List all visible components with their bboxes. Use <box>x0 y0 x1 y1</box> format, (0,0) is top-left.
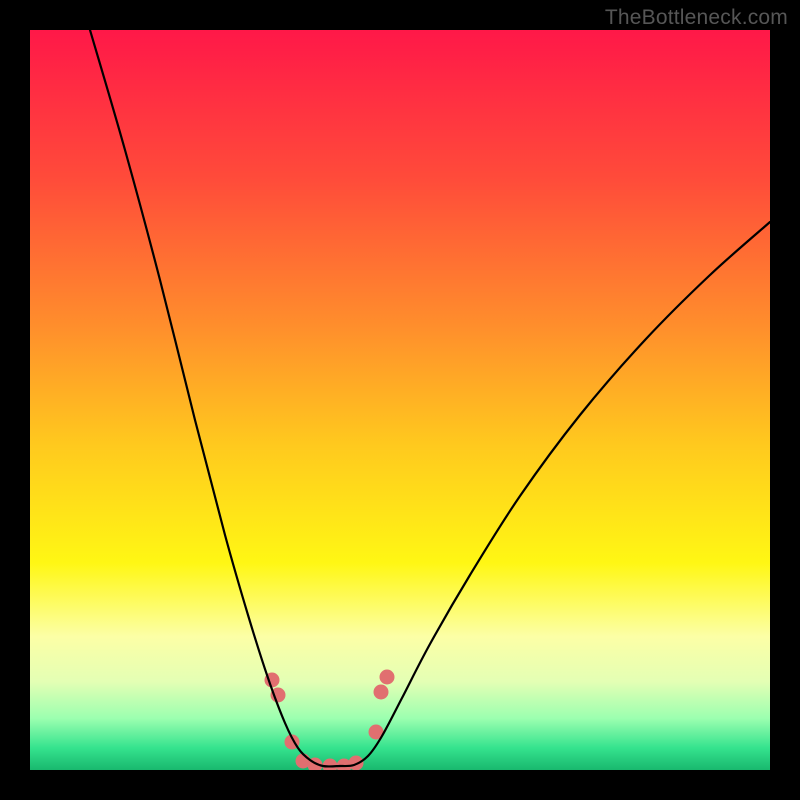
chart-curve <box>30 30 770 770</box>
chart-frame <box>30 30 770 770</box>
watermark-text: TheBottleneck.com <box>605 6 788 30</box>
line-layer <box>90 30 770 766</box>
series-bottleneck-left <box>90 30 340 766</box>
marker-dot <box>374 685 389 700</box>
marker-dot <box>380 670 395 685</box>
marker-dot <box>323 759 338 771</box>
series-bottleneck-right <box>340 222 770 766</box>
